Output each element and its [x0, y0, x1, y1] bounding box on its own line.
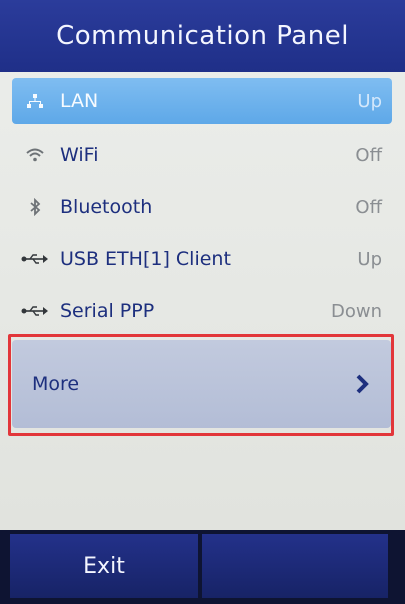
list-item-wifi[interactable]: WiFi Off — [12, 130, 392, 180]
usb-icon — [18, 305, 52, 317]
list-item-lan[interactable]: LAN Up — [12, 78, 392, 124]
status-text: Up — [357, 90, 382, 112]
exit-button[interactable]: Exit — [10, 534, 198, 598]
title-bar: Communication Panel — [0, 0, 405, 72]
more-label: More — [32, 373, 80, 395]
page-title: Communication Panel — [56, 21, 349, 51]
list-item-bluetooth[interactable]: Bluetooth Off — [12, 182, 392, 232]
list-item-serial-ppp[interactable]: Serial PPP Down — [12, 286, 392, 336]
status-text: Off — [355, 144, 382, 166]
list-item-label: Serial PPP — [60, 300, 155, 322]
wifi-icon — [18, 147, 52, 163]
list-item-label: WiFi — [60, 144, 99, 166]
footer-bar: Exit — [0, 530, 405, 604]
chevron-right-icon — [355, 373, 369, 395]
bluetooth-icon — [18, 198, 52, 216]
status-text: Down — [330, 300, 382, 322]
list-item-label: Bluetooth — [60, 196, 153, 218]
more-button[interactable]: More — [12, 340, 391, 428]
list-item-label: USB ETH[1] Client — [60, 248, 231, 270]
list-item-usb-eth[interactable]: USB ETH[1] Client Up — [12, 234, 392, 284]
status-text: Up — [357, 248, 382, 270]
right-softkey-button[interactable] — [202, 534, 388, 598]
list-item-label: LAN — [60, 90, 99, 112]
exit-label: Exit — [83, 553, 125, 579]
lan-icon — [18, 93, 52, 109]
interface-list: LAN Up WiFi Off Bluetooth Off USB ETH[1]… — [12, 78, 392, 338]
status-text: Off — [355, 196, 382, 218]
device-screen: Communication Panel LAN Up WiFi Off Blue… — [0, 0, 405, 604]
usb-icon — [18, 253, 52, 265]
